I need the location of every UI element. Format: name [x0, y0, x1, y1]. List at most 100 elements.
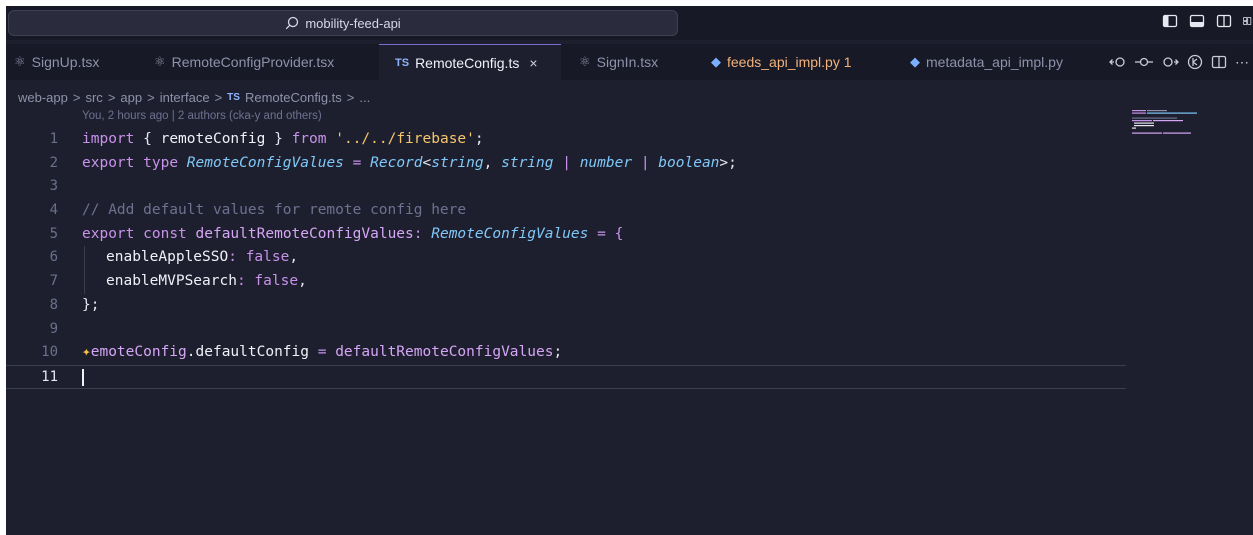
- code-line: 5 export const defaultRemoteConfigValues…: [6, 223, 1126, 247]
- code-token: defaultRemoteConfigValues: [335, 344, 554, 361]
- line-code: export type RemoteConfigValues = Record<…: [82, 152, 737, 176]
- code-token: remoteConfig: [160, 131, 266, 147]
- copilot-sparkle-icon[interactable]: ✦: [82, 344, 91, 360]
- command-center-search[interactable]: mobility-feed-api: [8, 10, 678, 36]
- line-number: 6: [49, 249, 58, 266]
- timeline-icon[interactable]: [1187, 54, 1203, 70]
- code-token: from: [291, 131, 327, 147]
- breadcrumb-item[interactable]: web-app: [18, 90, 68, 105]
- code-line-current: 11: [6, 364, 1126, 389]
- line-number: 5: [49, 225, 58, 242]
- typescript-icon: TS: [395, 56, 410, 69]
- code-token: enableAppleSSO: [106, 249, 229, 266]
- tab-signup[interactable]: ⚛ SignUp.tsx: [6, 44, 146, 80]
- code-token: ;: [474, 131, 484, 147]
- line-number: 4: [49, 202, 58, 219]
- code-token: }: [265, 131, 292, 147]
- line-number: 9: [49, 320, 58, 337]
- code-line: 1 import { remoteConfig } from '../../fi…: [6, 128, 1126, 152]
- line-code: ✦emoteConfig.defaultConfig = defaultRemo…: [82, 341, 562, 365]
- react-icon: ⚛: [579, 54, 591, 69]
- tab-label: RemoteConfig.ts: [415, 54, 520, 71]
- tab-signin[interactable]: ⚛ SignIn.tsx: [561, 44, 695, 80]
- code-token: RemoteConfigValues: [186, 154, 344, 171]
- editor-actions: ⋯: [1109, 44, 1253, 80]
- code-token: :: [236, 273, 255, 290]
- git-blame-annotation[interactable]: You, 2 hours ago | 2 authors (cka-y and …: [82, 110, 322, 122]
- code-line: 9: [6, 318, 1126, 342]
- line-code: import { remoteConfig } from '../../fire…: [82, 128, 484, 152]
- line-number: 2: [49, 154, 58, 171]
- code-token: false: [254, 273, 299, 290]
- breadcrumb-file[interactable]: RemoteConfig.ts: [245, 90, 342, 105]
- close-icon[interactable]: ×: [529, 55, 537, 71]
- tab-metadata-api-impl[interactable]: ◆ metadata_api_impl.py: [896, 44, 1096, 80]
- code-line: 2 export type RemoteConfigValues = Recor…: [6, 152, 1126, 176]
- react-icon: ⚛: [154, 54, 166, 69]
- command-center-label: mobility-feed-api: [305, 15, 401, 31]
- code-token: string: [431, 154, 484, 171]
- line-number: 10: [41, 344, 58, 361]
- code-token: ;: [553, 344, 563, 361]
- breadcrumb-item[interactable]: src: [85, 90, 102, 105]
- code-token: '../../firebase': [335, 131, 475, 147]
- breadcrumb-separator: >: [107, 90, 116, 105]
- code-token: emoteConfig: [90, 344, 187, 361]
- minimap[interactable]: [1130, 108, 1220, 148]
- go-back-icon[interactable]: [1109, 55, 1127, 69]
- more-actions-icon[interactable]: ⋯: [1235, 54, 1249, 71]
- title-bar: mobility-feed-api: [6, 6, 1253, 40]
- code-token: =: [343, 154, 371, 171]
- code-token: export: [82, 154, 135, 171]
- customize-layout-icon[interactable]: [1243, 13, 1253, 29]
- toggle-secondary-sidebar-icon[interactable]: [1216, 13, 1232, 29]
- code-comment: // Add default values for remote config …: [82, 202, 467, 219]
- code-token: |: [553, 154, 580, 171]
- line-number: 3: [49, 178, 58, 195]
- breadcrumb-symbols[interactable]: ...: [359, 90, 370, 105]
- python-icon: ◆: [711, 54, 721, 69]
- code-token: :: [413, 225, 432, 242]
- code-editor[interactable]: 1 import { remoteConfig } from '../../fi…: [6, 128, 1126, 389]
- line-number: 7: [49, 273, 58, 290]
- code-line: 8 };: [6, 294, 1126, 318]
- code-token: boolean: [658, 154, 720, 171]
- breadcrumb-separator: >: [346, 90, 355, 105]
- code-line: 6 enableAppleSSO: false,: [6, 246, 1126, 271]
- text-cursor: [82, 368, 84, 386]
- breadcrumb-item[interactable]: interface: [160, 90, 210, 105]
- line-number: 11: [41, 368, 58, 385]
- tab-label: feeds_api_impl.py 1: [727, 54, 852, 70]
- breadcrumb-item[interactable]: app: [120, 90, 142, 105]
- tab-remote-config-provider[interactable]: ⚛ RemoteConfigProvider.tsx: [146, 44, 379, 80]
- react-icon: ⚛: [14, 54, 26, 69]
- code-token: defaultConfig: [195, 344, 310, 361]
- layout-controls: [1162, 13, 1253, 29]
- code-token: >;: [719, 154, 737, 171]
- split-editor-icon[interactable]: [1211, 54, 1227, 70]
- code-line: 3: [6, 175, 1126, 199]
- code-token: defaultRemoteConfigValues: [195, 225, 414, 242]
- source-control-icon[interactable]: [1135, 55, 1153, 69]
- code-token: {: [134, 131, 161, 147]
- code-line: 10 ✦emoteConfig.defaultConfig = defaultR…: [6, 341, 1126, 365]
- code-token: ,: [289, 249, 299, 266]
- tab-feeds-api-impl[interactable]: ◆ feeds_api_impl.py 1: [695, 44, 896, 80]
- toggle-primary-sidebar-icon[interactable]: [1162, 13, 1178, 29]
- tab-label: SignUp.tsx: [31, 54, 100, 70]
- tab-remote-config[interactable]: TS RemoteConfig.ts ×: [379, 44, 561, 80]
- toggle-panel-icon[interactable]: [1189, 13, 1205, 29]
- breadcrumb: web-app > src > app > interface > TS Rem…: [18, 90, 370, 105]
- tab-label: RemoteConfigProvider.tsx: [171, 54, 335, 70]
- go-forward-icon[interactable]: [1161, 55, 1179, 69]
- code-token: enableMVPSearch: [106, 273, 237, 290]
- code-token: false: [245, 249, 290, 266]
- line-code: export const defaultRemoteConfigValues: …: [82, 223, 623, 247]
- editor-tab-bar: ⚛ SignUp.tsx ⚛ RemoteConfigProvider.tsx …: [6, 44, 1253, 80]
- code-token: ,: [298, 273, 307, 290]
- code-token: const: [143, 225, 187, 242]
- code-token: import: [82, 131, 135, 147]
- code-token: type: [143, 154, 179, 171]
